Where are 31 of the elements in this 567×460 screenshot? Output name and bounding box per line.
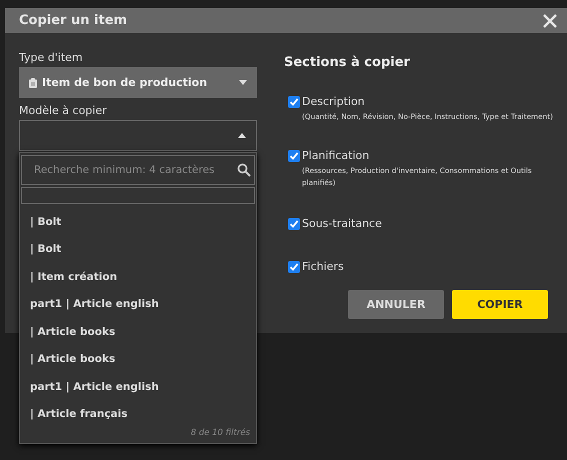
dropdown-option[interactable]: part1 | Article english	[30, 298, 159, 310]
dropdown-option[interactable]: | Bolt	[30, 243, 62, 256]
checkbox-label: Planification	[302, 149, 370, 162]
dropdown-option[interactable]: | Article français	[30, 408, 128, 420]
close-icon[interactable]	[543, 14, 557, 28]
cancel-button[interactable]: ANNULER	[348, 290, 444, 319]
checkbox-label: Description	[302, 95, 365, 108]
clipboard-icon	[29, 78, 37, 88]
field-label: Type d'item	[19, 51, 84, 64]
dropdown-option[interactable]: | Bolt	[30, 216, 62, 228]
checkbox[interactable]	[288, 218, 300, 230]
checkbox[interactable]	[288, 96, 300, 108]
caret-icon	[238, 133, 246, 138]
dialog-title: Copier un item	[19, 13, 128, 28]
dropdown-option[interactable]: part1 | Article english	[30, 380, 159, 393]
field-label: Modèle à copier	[19, 104, 108, 117]
section-heading: Sections à copier	[284, 55, 410, 70]
dropdown-option[interactable]: | Article books	[30, 353, 116, 366]
filter-field[interactable]	[21, 187, 255, 204]
checkbox[interactable]	[288, 260, 300, 272]
copy-button[interactable]: COPIER	[452, 290, 548, 319]
checkbox-label: Sous-traitance	[302, 217, 382, 230]
item-type-select[interactable]: Item de bon de production	[19, 67, 257, 98]
search-icon	[237, 163, 251, 177]
checkbox[interactable]	[288, 150, 300, 162]
dropdown-option[interactable]: | Article books	[30, 326, 116, 338]
caret-icon	[239, 80, 247, 85]
checkbox-label: Fichiers	[302, 260, 344, 273]
search-field[interactable]: Recherche minimum: 4 caractères	[21, 155, 255, 185]
filter-count: 8 de 10 filtrés	[190, 428, 251, 438]
dropdown-option[interactable]: | Item création	[30, 270, 118, 283]
